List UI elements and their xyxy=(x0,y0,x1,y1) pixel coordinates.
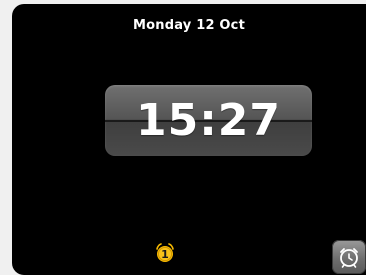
alarm-button[interactable] xyxy=(332,240,366,274)
alarm-clock-icon xyxy=(340,248,358,268)
date-label: Monday 12 Oct xyxy=(133,18,245,33)
alarm-bell-icon: 1 xyxy=(154,242,176,264)
clock-display: 15:27 xyxy=(105,85,312,156)
alarm-number: 1 xyxy=(161,248,169,261)
clock-screen: Monday 12 Oct 15:27 1 xyxy=(12,4,366,275)
clock-time: 15:27 xyxy=(135,95,282,146)
